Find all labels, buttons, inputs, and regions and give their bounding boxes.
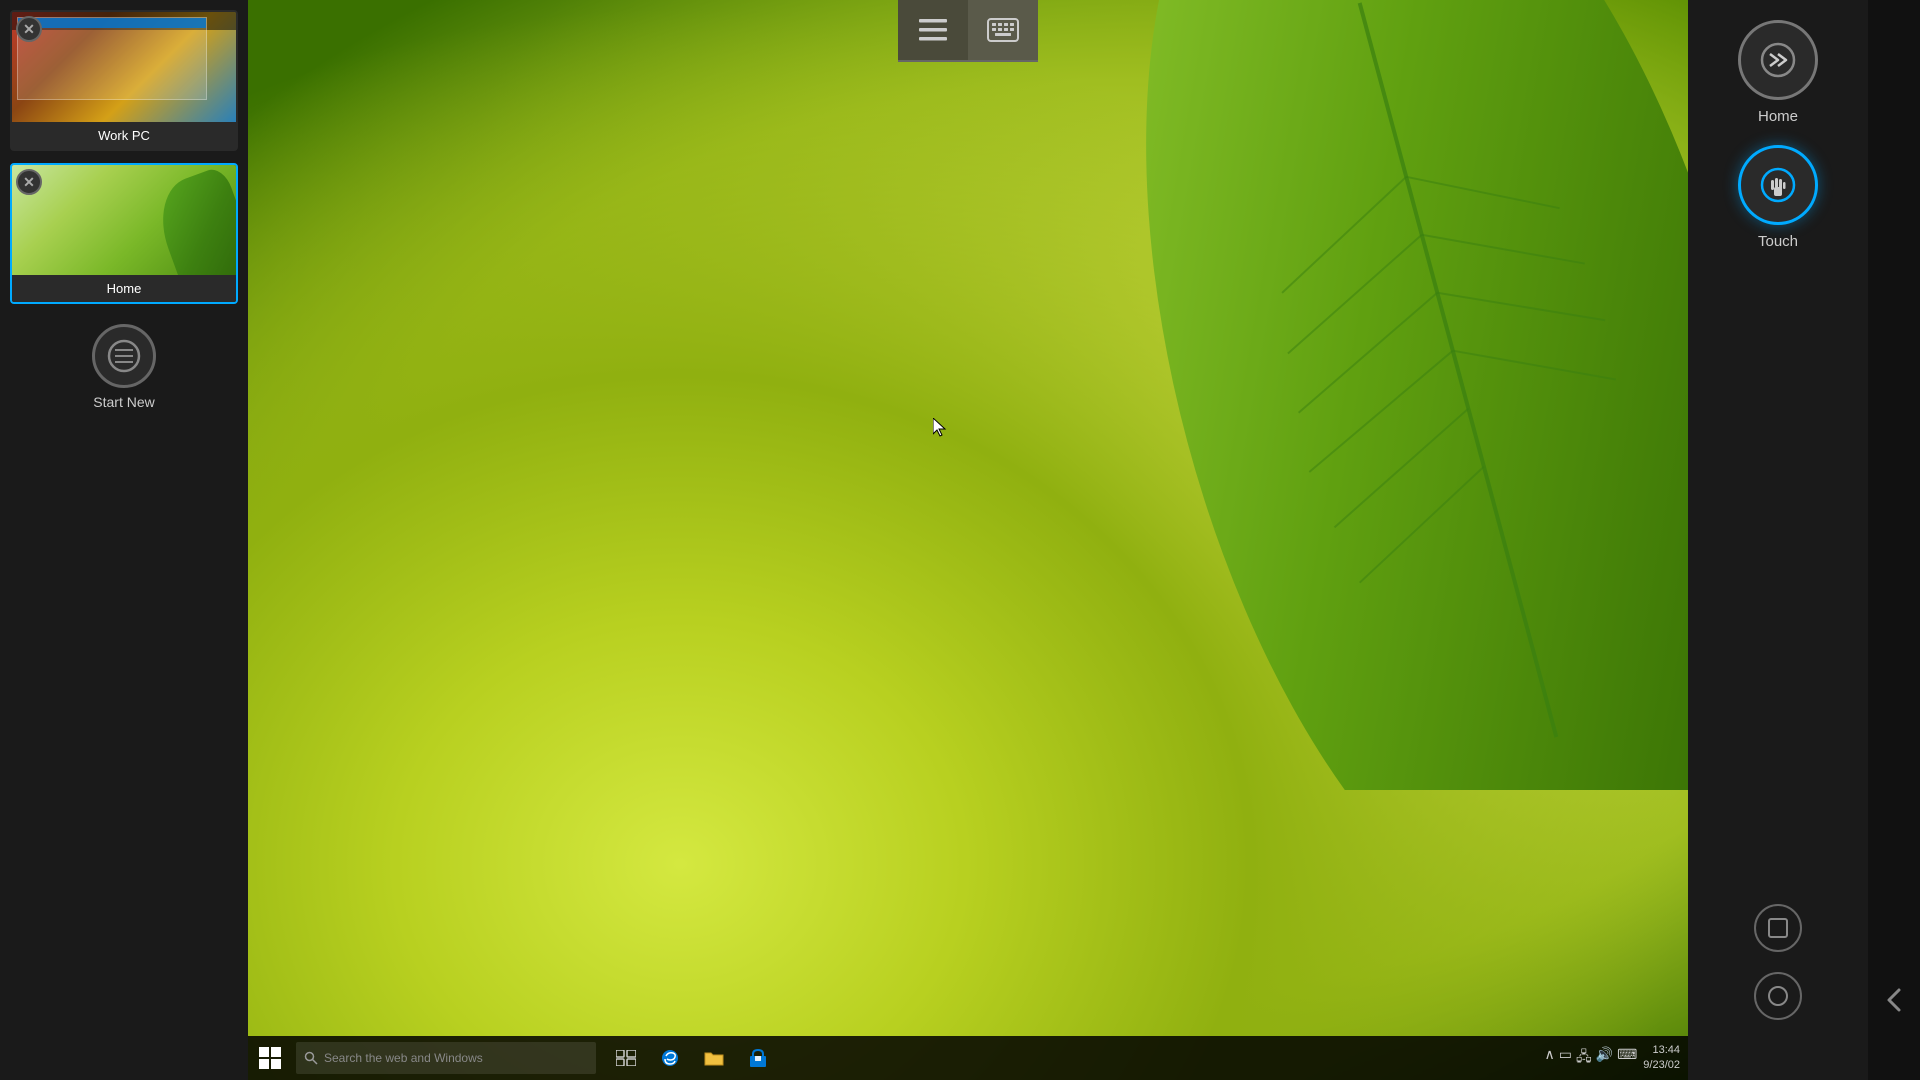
start-new-icon [92, 324, 156, 388]
home-nav-circle[interactable] [1738, 20, 1818, 100]
touch-nav-button[interactable]: Touch [1738, 145, 1818, 250]
taskbar-time: 13:44 [1652, 1043, 1680, 1058]
store-button[interactable] [740, 1040, 776, 1076]
touch-nav-label: Touch [1758, 233, 1798, 250]
window-icon[interactable] [1754, 904, 1802, 952]
home-label: Home [12, 275, 236, 302]
close-home-button[interactable]: ✕ [16, 169, 42, 195]
start-new-button[interactable]: Start New [92, 324, 156, 410]
tray-chevron[interactable]: ∧ [1545, 1046, 1555, 1070]
work-pc-thumbnail [12, 12, 236, 122]
menu-toolbar-button[interactable] [898, 0, 968, 60]
system-tray-icons: ∧ ▭ 🖧 🔊 ⌨ [1545, 1046, 1638, 1070]
top-toolbar [898, 0, 1038, 62]
edge-browser-button[interactable] [652, 1040, 688, 1076]
circle-icon[interactable] [1754, 972, 1802, 1020]
tray-network[interactable]: 🖧 [1576, 1046, 1592, 1070]
close-work-pc-button[interactable]: ✕ [16, 16, 42, 42]
home-thumb-bg [12, 165, 236, 275]
home-thumbnail [12, 165, 236, 275]
tray-display[interactable]: ▭ [1559, 1046, 1572, 1070]
leaf-decoration [958, 0, 1688, 790]
home-nav-button[interactable]: Home [1738, 20, 1818, 125]
home-nav-label: Home [1758, 108, 1798, 125]
back-button[interactable] [1874, 980, 1914, 1020]
start-new-label: Start New [93, 394, 154, 410]
touch-nav-circle[interactable] [1738, 145, 1818, 225]
start-button[interactable] [248, 1036, 292, 1080]
taskbar-icons [608, 1040, 776, 1076]
work-pc-thumb-bg [12, 12, 236, 122]
work-pc-thumb-window [17, 17, 207, 100]
right-edge [1868, 0, 1920, 1080]
tray-keyboard[interactable]: ⌨ [1617, 1046, 1637, 1070]
work-pc-label: Work PC [12, 122, 236, 149]
taskbar: Search the web and Windows [248, 1036, 1688, 1080]
left-sidebar: ✕ Work PC ✕ Home Start New [0, 0, 248, 1080]
task-view-button[interactable] [608, 1040, 644, 1076]
taskbar-search[interactable]: Search the web and Windows [296, 1042, 596, 1074]
wallpaper [248, 0, 1688, 1080]
search-placeholder: Search the web and Windows [324, 1051, 483, 1065]
file-explorer-button[interactable] [696, 1040, 732, 1076]
main-area: Search the web and Windows [248, 0, 1688, 1080]
right-panel: Home Touch [1688, 0, 1868, 1080]
session-card-home[interactable]: ✕ Home [10, 163, 238, 304]
taskbar-date: 9/23/02 [1643, 1058, 1680, 1073]
taskbar-right: ∧ ▭ 🖧 🔊 ⌨ 13:44 9/23/02 [1545, 1043, 1688, 1074]
session-card-work-pc[interactable]: ✕ Work PC [10, 10, 238, 151]
keyboard-toolbar-button[interactable] [968, 0, 1038, 60]
tray-volume[interactable]: 🔊 [1596, 1046, 1613, 1070]
right-side-icons [1754, 904, 1802, 1060]
